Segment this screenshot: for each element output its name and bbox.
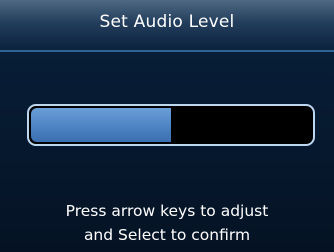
title-bar: Set Audio Level bbox=[0, 0, 334, 52]
audio-level-fill bbox=[31, 108, 171, 142]
audio-level-dialog: Set Audio Level Press arrow keys to adju… bbox=[0, 0, 334, 252]
instruction-text: Press arrow keys to adjust and Select to… bbox=[0, 199, 334, 247]
instruction-line-1: Press arrow keys to adjust bbox=[65, 202, 269, 220]
dialog-title: Set Audio Level bbox=[99, 12, 235, 32]
audio-level-meter[interactable] bbox=[27, 104, 315, 146]
instruction-line-2: and Select to confirm bbox=[83, 226, 251, 244]
